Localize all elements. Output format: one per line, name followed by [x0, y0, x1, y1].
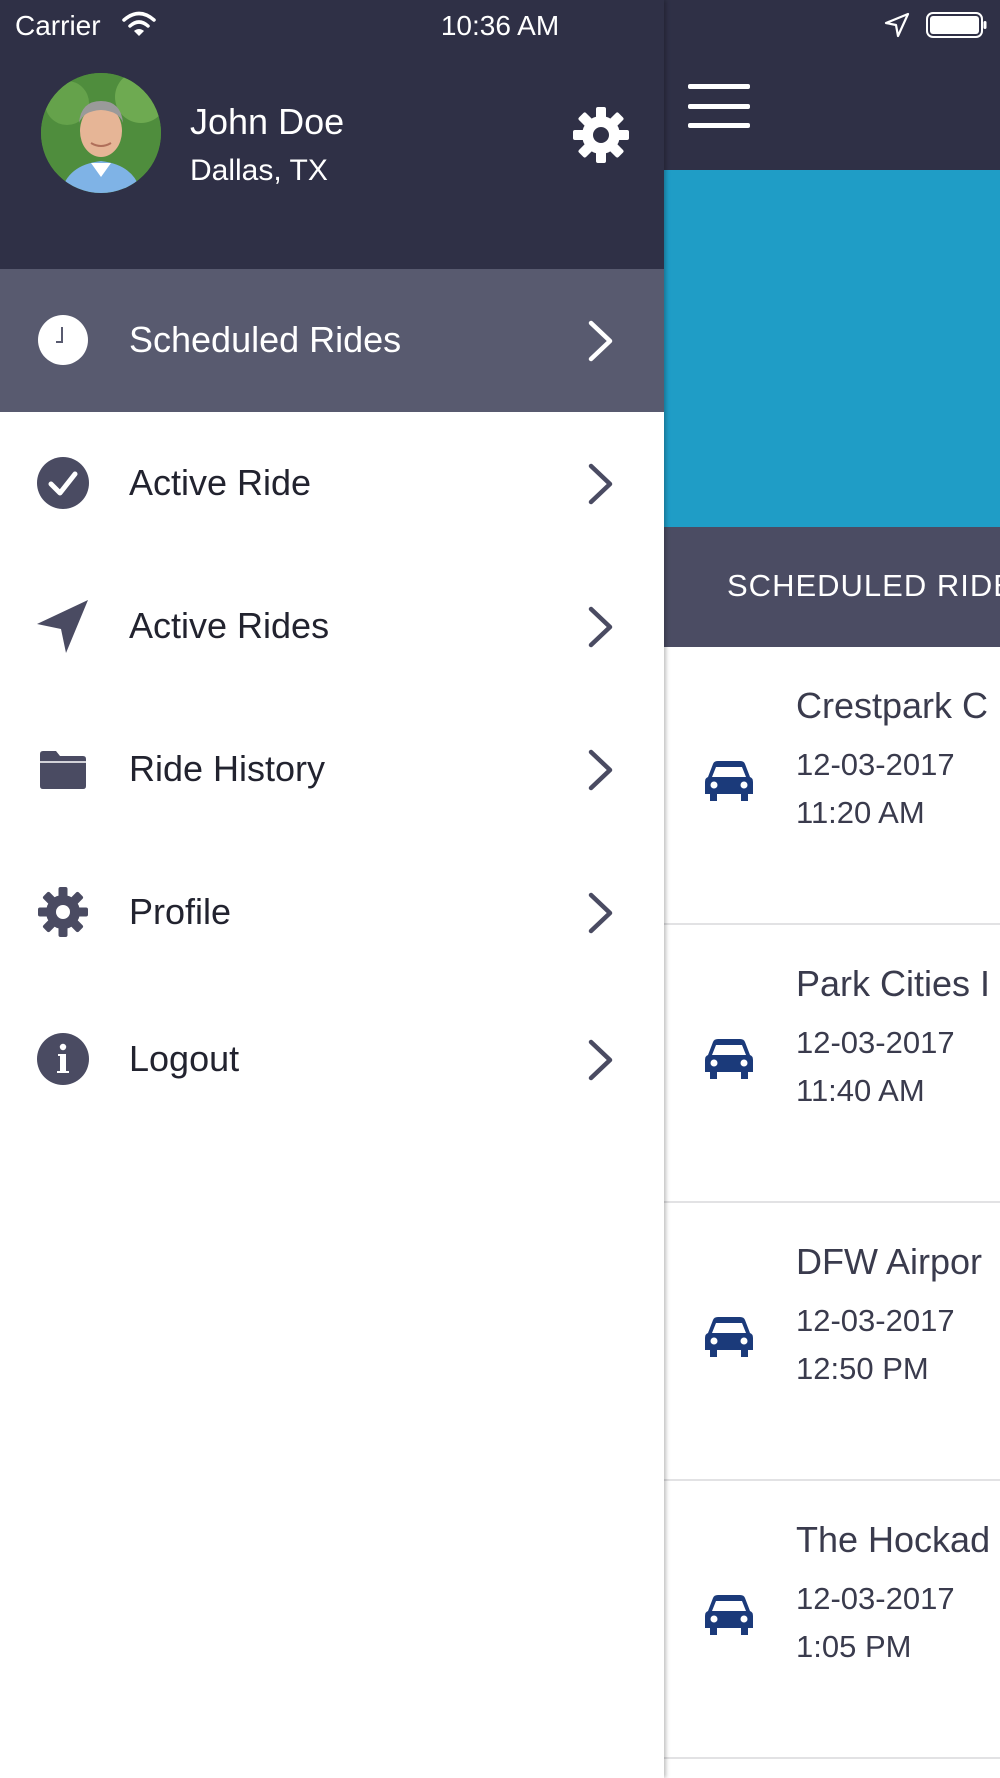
ride-time: 12:50 PM: [796, 1351, 929, 1386]
ride-date: 12-03-2017: [796, 747, 955, 782]
gear-icon: [38, 887, 88, 937]
chevron-right-icon: [588, 606, 613, 648]
ride-time: 1:05 PM: [796, 1629, 912, 1664]
chevron-right-icon: [588, 463, 613, 505]
menu-item-label: Logout: [129, 1038, 240, 1079]
ride-destination: DFW Airpor: [796, 1241, 983, 1282]
car-icon: [705, 1595, 753, 1635]
chevron-right-icon: [588, 320, 613, 362]
menu-item-label: Ride History: [129, 748, 326, 789]
user-location: Dallas, TX: [190, 154, 328, 187]
ride-date: 12-03-2017: [796, 1025, 955, 1060]
car-icon: [705, 761, 753, 801]
side-drawer: Carrier John Doe Dallas, TX Scheduled Ri…: [0, 0, 664, 1778]
menu-item-label: Active Ride: [129, 462, 312, 503]
scheduled-rides-screen: SCHEDULED RIDE Crestpark C 12-03-2017 11…: [664, 0, 1000, 1778]
menu-item-label: Active Rides: [129, 605, 330, 646]
ride-destination: The Hockad: [796, 1519, 991, 1560]
ride-time: 11:20 AM: [796, 795, 925, 830]
ride-list-item[interactable]: DFW Airpor 12-03-2017 12:50 PM: [664, 1203, 1000, 1481]
car-icon: [705, 1317, 753, 1357]
info-icon: [37, 1033, 89, 1085]
menu-item-label: Scheduled Rides: [129, 319, 402, 360]
ride-destination: Park Cities I: [796, 963, 991, 1004]
ride-list-item[interactable]: Park Cities I 12-03-2017 11:40 AM: [664, 925, 1000, 1203]
menu-item-label: Profile: [129, 891, 232, 932]
hero-banner: [664, 170, 1000, 527]
ride-list-item[interactable]: The Hockad 12-03-2017 1:05 PM: [664, 1481, 1000, 1759]
car-icon: [705, 1039, 753, 1079]
check-circle-icon: [37, 457, 89, 509]
clock-icon: [38, 315, 88, 365]
status-bar-time: 10:36 AM: [440, 10, 560, 41]
menu-item-active-rides[interactable]: Active Rides: [0, 555, 664, 698]
hamburger-menu-button[interactable]: [688, 84, 750, 128]
ride-list-item[interactable]: Crestpark C 12-03-2017 11:20 AM: [664, 647, 1000, 925]
chevron-right-icon: [588, 1039, 613, 1081]
ride-date: 12-03-2017: [796, 1581, 955, 1616]
navigation-arrow-icon: [37, 600, 88, 653]
ride-destination: Crestpark C: [796, 685, 989, 726]
chevron-right-icon: [588, 749, 613, 791]
user-name: John Doe: [190, 101, 345, 142]
menu-item-profile[interactable]: Profile: [0, 841, 664, 984]
settings-gear-icon[interactable]: [571, 105, 631, 165]
menu-item-scheduled-rides[interactable]: Scheduled Rides: [0, 269, 664, 412]
section-title: SCHEDULED RIDE: [727, 568, 1000, 603]
chevron-right-icon: [588, 892, 613, 934]
folder-icon: [40, 751, 86, 789]
ride-date: 12-03-2017: [796, 1303, 955, 1338]
menu-item-active-ride[interactable]: Active Ride: [0, 412, 664, 555]
menu-item-ride-history[interactable]: Ride History: [0, 698, 664, 841]
menu-item-logout[interactable]: Logout: [0, 988, 664, 1131]
ride-time: 11:40 AM: [796, 1073, 925, 1108]
avatar: [41, 73, 161, 193]
